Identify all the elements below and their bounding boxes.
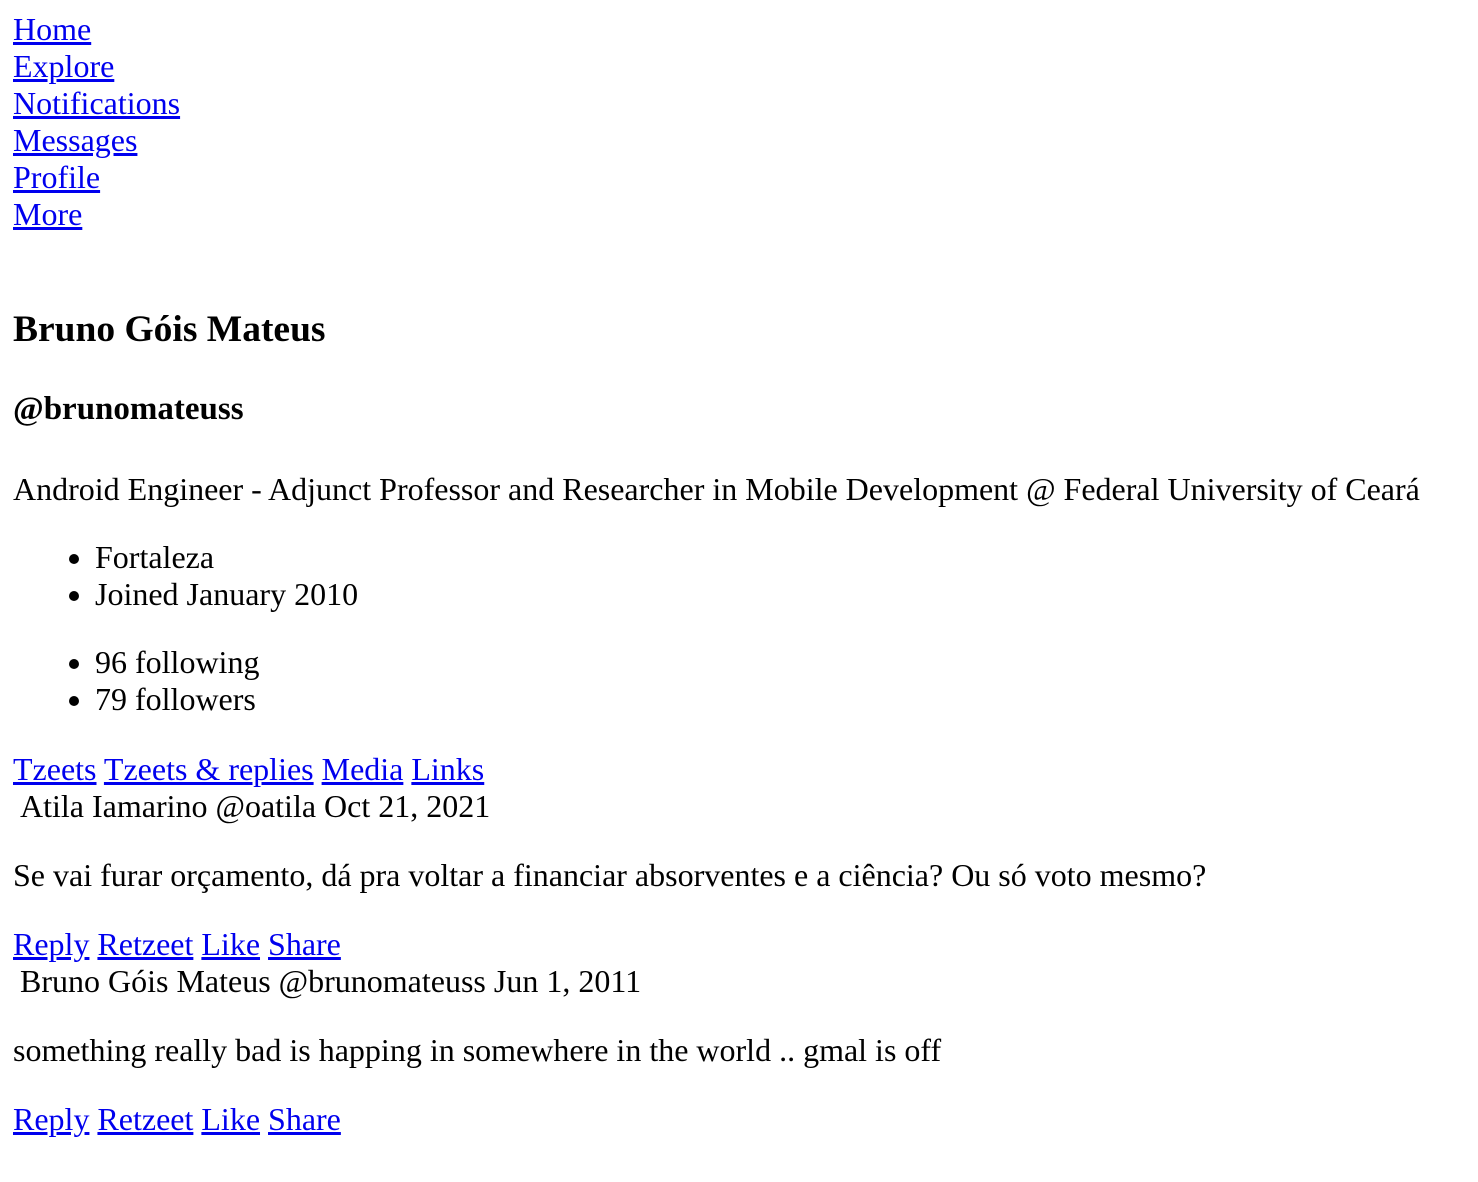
like-link[interactable]: Like [201, 1101, 260, 1137]
tweet-header: Atila Iamarino @oatila Oct 21, 2021 [13, 788, 1464, 825]
tweet-item-2: Bruno Góis Mateus @brunomateuss Jun 1, 2… [13, 963, 1464, 1138]
tab-tzeets-and-replies[interactable]: Tzeets & replies [104, 751, 314, 787]
nav-more[interactable]: More [13, 196, 82, 233]
profile-details: Fortaleza Joined January 2010 [13, 539, 1464, 613]
nav-messages[interactable]: Messages [13, 122, 137, 159]
tab-links[interactable]: Links [411, 751, 484, 787]
profile-tabs: Tzeets Tzeets & replies Media Links [13, 751, 1464, 788]
following-count: 96 following [95, 644, 1464, 681]
tweet-date: Jun 1, 2011 [494, 963, 641, 999]
retzeet-link[interactable]: Retzeet [97, 1101, 193, 1137]
tweet-author-handle: @oatila [215, 788, 316, 824]
profile-bio: Android Engineer - Adjunct Professor and… [13, 471, 1464, 508]
main-nav: Home Explore Notifications Messages Prof… [13, 11, 1464, 233]
share-link[interactable]: Share [268, 1101, 341, 1137]
tweet-feed: Atila Iamarino @oatila Oct 21, 2021 Se v… [13, 788, 1464, 1138]
tweet-header: Bruno Góis Mateus @brunomateuss Jun 1, 2… [13, 963, 1464, 1000]
nav-home[interactable]: Home [13, 11, 91, 48]
reply-link[interactable]: Reply [13, 926, 89, 962]
tweet-text: something really bad is happing in somew… [13, 1032, 1464, 1069]
profile-name: Bruno Góis Mateus [13, 308, 1464, 351]
profile-joined-date: Joined January 2010 [95, 576, 1464, 613]
retzeet-link[interactable]: Retzeet [97, 926, 193, 962]
like-link[interactable]: Like [201, 926, 260, 962]
nav-notifications[interactable]: Notifications [13, 85, 180, 122]
nav-explore[interactable]: Explore [13, 48, 114, 85]
tweet-author: Atila Iamarino [20, 788, 207, 824]
nav-profile[interactable]: Profile [13, 159, 100, 196]
profile-section: Bruno Góis Mateus @brunomateuss Android … [13, 308, 1464, 718]
tweet-author-handle: @brunomateuss [279, 963, 486, 999]
profile-handle: @brunomateuss [13, 390, 1464, 428]
tweet-author: Bruno Góis Mateus [20, 963, 271, 999]
tweet-item-1: Atila Iamarino @oatila Oct 21, 2021 Se v… [13, 788, 1464, 963]
profile-stats: 96 following 79 followers [13, 644, 1464, 718]
share-link[interactable]: Share [268, 926, 341, 962]
tweet-actions: Reply Retzeet Like Share [13, 926, 1464, 963]
reply-link[interactable]: Reply [13, 1101, 89, 1137]
tweet-date: Oct 21, 2021 [324, 788, 490, 824]
tab-tzeets[interactable]: Tzeets [13, 751, 97, 787]
tab-media[interactable]: Media [322, 751, 404, 787]
tweet-text: Se vai furar orçamento, dá pra voltar a … [13, 857, 1464, 894]
followers-count: 79 followers [95, 681, 1464, 718]
tweet-actions: Reply Retzeet Like Share [13, 1101, 1464, 1138]
profile-location: Fortaleza [95, 539, 1464, 576]
